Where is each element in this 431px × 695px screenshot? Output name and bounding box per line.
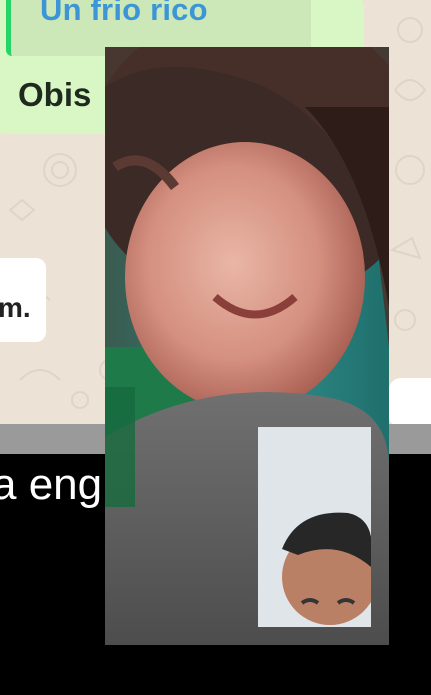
message-bubble-partial[interactable] xyxy=(389,378,431,424)
caption-text: a eng xyxy=(0,460,103,509)
message-text: Obis xyxy=(18,76,92,113)
quoted-reply-text: Un frio rico xyxy=(40,0,208,27)
self-video-preview[interactable] xyxy=(258,427,371,627)
incoming-message-text: m. xyxy=(0,292,31,323)
self-video-frame xyxy=(258,427,371,627)
